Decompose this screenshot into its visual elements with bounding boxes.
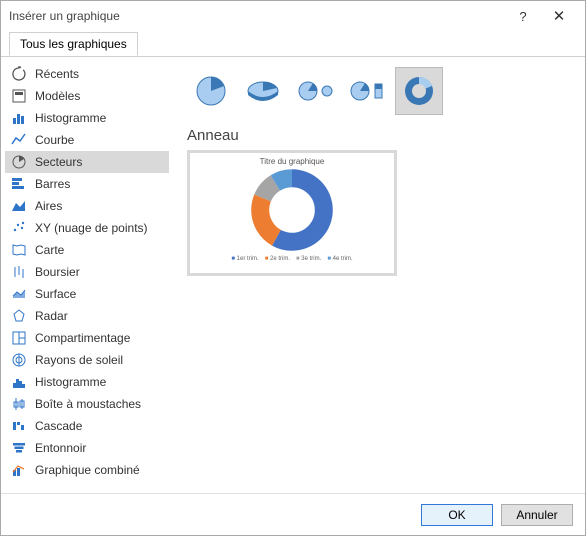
- sidebar-item-label: XY (nuage de points): [35, 221, 148, 235]
- titlebar: Insérer un graphique ? ✕: [1, 1, 585, 31]
- template-icon: [11, 88, 27, 104]
- legend-item: 4e trim.: [327, 256, 352, 262]
- sidebar-item-label: Radar: [35, 309, 68, 323]
- doughnut-icon: [399, 73, 439, 109]
- tab-label: Tous les graphiques: [20, 37, 127, 51]
- sidebar-item-surface-chart[interactable]: Surface: [5, 283, 169, 305]
- sidebar-item-label: Récents: [35, 67, 79, 81]
- sidebar-item-label: Rayons de soleil: [35, 353, 123, 367]
- chart-preview[interactable]: Titre du graphique 1er trim. 2e trim.: [187, 150, 397, 276]
- map-chart-icon: [11, 242, 27, 258]
- sidebar-item-line-chart[interactable]: Courbe: [5, 129, 169, 151]
- sidebar-item-label: Barres: [35, 177, 70, 191]
- scatter-chart-icon: [11, 220, 27, 236]
- area-chart-icon: [11, 198, 27, 214]
- sidebar-item-recent[interactable]: Récents: [5, 63, 169, 85]
- help-button[interactable]: ?: [505, 9, 541, 24]
- sidebar-item-column-chart[interactable]: Histogramme: [5, 107, 169, 129]
- chart-subtype-heading: Anneau: [187, 127, 571, 144]
- funnel-chart-icon: [11, 440, 27, 456]
- tabstrip: Tous les graphiques: [1, 31, 585, 57]
- sidebar-item-stock-chart[interactable]: Boursier: [5, 261, 169, 283]
- chart-type-sidebar: Récents Modèles Histogramme Courbe Secteurs B…: [1, 57, 173, 493]
- sidebar-item-funnel-chart[interactable]: Entonnoir: [5, 437, 169, 459]
- pie-chart-icon: [11, 154, 27, 170]
- cancel-button[interactable]: Annuler: [501, 504, 573, 526]
- subtype-row: [187, 65, 571, 117]
- column-chart-icon: [11, 110, 27, 126]
- subtype-pie-of-pie[interactable]: [291, 67, 339, 115]
- sidebar-item-scatter-chart[interactable]: XY (nuage de points): [5, 217, 169, 239]
- sidebar-item-label: Courbe: [35, 133, 74, 147]
- line-chart-icon: [11, 132, 27, 148]
- sidebar-item-map-chart[interactable]: Carte: [5, 239, 169, 261]
- sidebar-item-label: Boursier: [35, 265, 80, 279]
- sidebar-item-boxwhisker-chart[interactable]: Boîte à moustaches: [5, 393, 169, 415]
- sidebar-item-bar-chart[interactable]: Barres: [5, 173, 169, 195]
- sidebar-item-treemap-chart[interactable]: Compartimentage: [5, 327, 169, 349]
- sidebar-item-sunburst-chart[interactable]: Rayons de soleil: [5, 349, 169, 371]
- bar-chart-icon: [11, 176, 27, 192]
- subtype-bar-of-pie[interactable]: [343, 67, 391, 115]
- sidebar-item-label: Aires: [35, 199, 62, 213]
- sidebar-item-label: Carte: [35, 243, 64, 257]
- sidebar-item-label: Entonnoir: [35, 441, 86, 455]
- sidebar-item-label: Graphique combiné: [35, 463, 140, 477]
- recent-icon: [11, 66, 27, 82]
- sidebar-item-combo-chart[interactable]: Graphique combiné: [5, 459, 169, 481]
- ok-button[interactable]: OK: [421, 504, 493, 526]
- treemap-chart-icon: [11, 330, 27, 346]
- content-pane: Anneau Titre du graphique 1er trim.: [173, 57, 585, 493]
- radar-chart-icon: [11, 308, 27, 324]
- stock-chart-icon: [11, 264, 27, 280]
- preview-legend: 1er trim. 2e trim. 3e trim. 4e trim.: [231, 256, 352, 262]
- tab-all-charts[interactable]: Tous les graphiques: [9, 32, 138, 56]
- sidebar-item-area-chart[interactable]: Aires: [5, 195, 169, 217]
- histogram-chart-icon: [11, 374, 27, 390]
- sidebar-item-histogram-chart[interactable]: Histogramme: [5, 371, 169, 393]
- sidebar-item-pie-chart[interactable]: Secteurs: [5, 151, 169, 173]
- subtype-doughnut[interactable]: [395, 67, 443, 115]
- sidebar-item-template[interactable]: Modèles: [5, 85, 169, 107]
- sidebar-item-label: Histogramme: [35, 111, 106, 125]
- pie-3d-icon: [243, 73, 283, 109]
- sidebar-item-label: Histogramme: [35, 375, 106, 389]
- legend-item: 3e trim.: [296, 256, 321, 262]
- subtype-pie-3d[interactable]: [239, 67, 287, 115]
- sunburst-chart-icon: [11, 352, 27, 368]
- waterfall-chart-icon: [11, 418, 27, 434]
- close-button[interactable]: ✕: [541, 7, 577, 25]
- sidebar-item-label: Cascade: [35, 419, 82, 433]
- sidebar-item-label: Secteurs: [35, 155, 82, 169]
- legend-item: 1er trim.: [231, 256, 258, 262]
- insert-chart-dialog: Insérer un graphique ? ✕ Tous les graphi…: [0, 0, 586, 536]
- sidebar-item-waterfall-chart[interactable]: Cascade: [5, 415, 169, 437]
- sidebar-item-radar-chart[interactable]: Radar: [5, 305, 169, 327]
- sidebar-item-label: Surface: [35, 287, 76, 301]
- preview-title: Titre du graphique: [260, 157, 325, 166]
- legend-item: 2e trim.: [265, 256, 290, 262]
- boxwhisker-chart-icon: [11, 396, 27, 412]
- dialog-footer: OK Annuler: [1, 493, 585, 535]
- pie-2d-icon: [191, 73, 231, 109]
- doughnut-render: [250, 168, 334, 252]
- subtype-pie-2d[interactable]: [187, 67, 235, 115]
- pie-of-pie-icon: [295, 73, 335, 109]
- bar-of-pie-icon: [347, 73, 387, 109]
- surface-chart-icon: [11, 286, 27, 302]
- combo-chart-icon: [11, 462, 27, 478]
- window-title: Insérer un graphique: [9, 9, 120, 23]
- sidebar-item-label: Compartimentage: [35, 331, 130, 345]
- sidebar-item-label: Boîte à moustaches: [35, 397, 141, 411]
- sidebar-item-label: Modèles: [35, 89, 80, 103]
